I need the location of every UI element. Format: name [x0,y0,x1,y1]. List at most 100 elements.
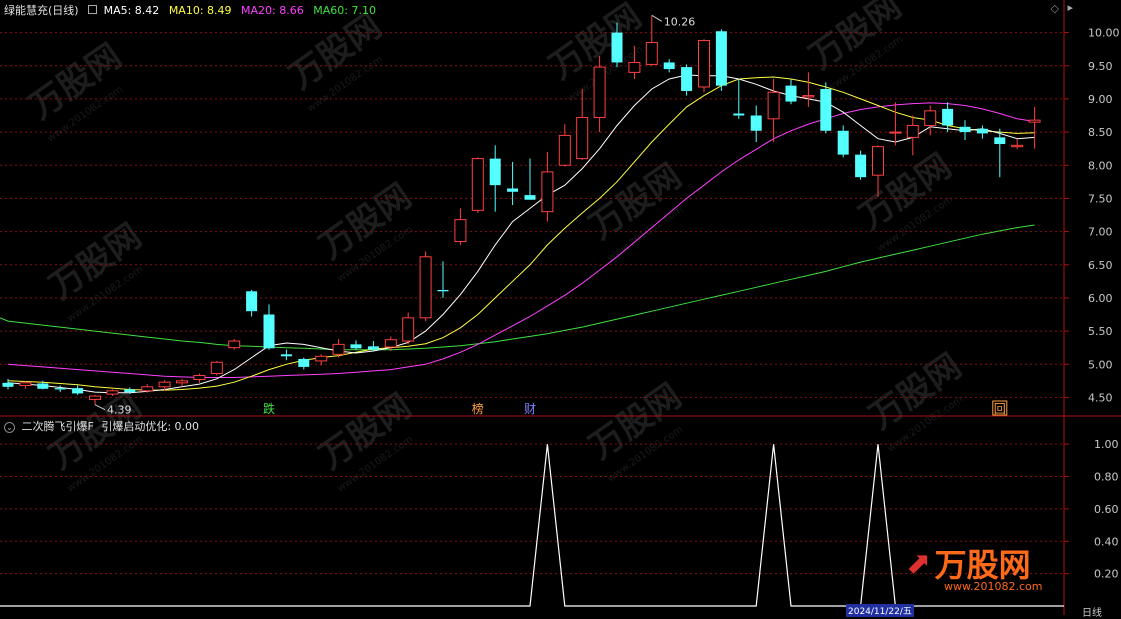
price-tick-label: 4.50 [1088,391,1113,404]
price-tick-label: 9.50 [1088,60,1113,73]
candle-body [1011,144,1024,148]
candle-body [681,67,693,91]
indicator-layer [0,444,1064,607]
candle-body [246,291,258,312]
grid-layer [0,0,1121,615]
ma5-label: MA5: 8.42 [103,4,160,17]
chart-canvas[interactable]: 万股网www.201082.com万股网www.201082.com万股网www… [0,0,1121,615]
candle-body [89,395,101,400]
candle-body [733,113,745,116]
candle-body [141,386,154,392]
event-tag: 榜 [472,401,484,416]
candle-body [402,317,415,342]
candle-body [558,134,571,166]
candle-body [593,66,606,118]
candle-body [193,375,206,381]
stock-chart-window[interactable]: 万股网www.201082.com万股网www.201082.com万股网www… [0,0,1121,619]
price-tick-label: 6.00 [1088,292,1113,305]
candle-body [507,188,519,192]
ma20-label: MA20: 8.66 [241,4,304,17]
candle-body [889,131,902,134]
candle-body [942,108,954,126]
candle-body [767,91,780,120]
high-price-label: 10.26 [664,15,696,28]
indicator-tick-label: 0.20 [1094,568,1119,581]
indicator-line [0,444,1064,607]
candle-body [698,40,710,88]
candle-body [489,158,501,186]
high-pointer [651,14,663,22]
candle-body [350,344,362,349]
indicator-dropdown-icon[interactable]: ⌄ [4,422,15,433]
arrow-logo-icon: ⬈ [906,545,932,581]
candle-body [228,340,241,349]
period-label[interactable]: 日线 [1082,604,1102,619]
ma5-line [7,74,1035,394]
expand-icon[interactable]: ▸ [1067,1,1073,14]
candle-body [54,388,66,390]
candle-body [37,383,49,389]
low-price-label: 4.39 [107,404,132,417]
candle-body [837,130,849,155]
indicator-tick-label: 0.40 [1094,535,1119,548]
candle-body [750,115,762,131]
candle-body [2,382,14,387]
candle-body [332,343,345,355]
candle-body [524,195,536,200]
candle-body [976,128,988,134]
price-tick-label: 10.00 [1088,27,1120,40]
indicator-tick-label: 0.60 [1094,503,1119,516]
event-tag: 跌 [263,401,275,416]
candle-body [906,124,919,138]
diamond-icon[interactable]: ◇ [1051,2,1059,15]
candle-body [72,388,84,394]
candle-body [454,219,467,243]
ma-square-icon [88,5,98,14]
price-tick-label: 8.50 [1088,126,1113,139]
event-tag: 回 [994,402,1006,416]
price-tick-label: 8.00 [1088,159,1113,172]
indicator-tick-label: 1.00 [1094,438,1119,451]
price-tick-label: 5.50 [1088,325,1113,338]
stock-title[interactable]: 绿能慧充(日线) [4,4,79,17]
candle-body [611,32,623,63]
candle-body [298,358,310,367]
price-tick-label: 7.00 [1088,226,1113,239]
candle-body [576,116,589,160]
brand-name: 万股网 [934,546,1031,584]
candle-body [802,95,815,98]
price-tick-label: 7.50 [1088,192,1113,205]
candle-body [994,137,1006,145]
candle-body [715,31,727,86]
candle-body [541,171,554,213]
candle-body [280,354,292,357]
indicator-title[interactable]: 二次腾飞引爆F [22,420,94,433]
candle-body [872,146,884,176]
price-tick-label: 5.00 [1088,358,1113,371]
candle-body [367,346,379,350]
candle-body [1028,119,1041,123]
brand-logo: ⬈ 万股网 www.201082.com [906,540,1043,594]
brand-url: www.201082.com [944,580,1043,593]
candle-body [263,314,275,349]
candle-body [176,380,188,384]
price-tick-label: 6.50 [1088,259,1113,272]
candle-body [106,390,119,395]
ma60-label: MA60: 7.10 [313,4,376,17]
crosshair-date: 2024/11/22/五 [846,604,914,617]
candle-body [663,62,675,70]
candle-body [645,42,658,65]
indicator-value: 引爆启动优化: 0.00 [101,420,200,433]
price-axis: 4.50 5.00 5.50 6.00 6.50 7.00 7.50 8.00 8.50 9.00… [1064,27,1120,581]
candle-body [820,88,832,131]
event-tag: 财 [524,402,536,416]
candle-body [384,339,397,348]
candle-body [124,389,136,393]
candle-body [959,126,971,133]
indicator-tick-label: 0.80 [1094,471,1119,484]
candle-body [924,110,937,126]
candle-body [437,289,449,292]
candle-body [210,361,223,375]
candle-body [419,256,432,319]
candle-body [785,85,797,102]
